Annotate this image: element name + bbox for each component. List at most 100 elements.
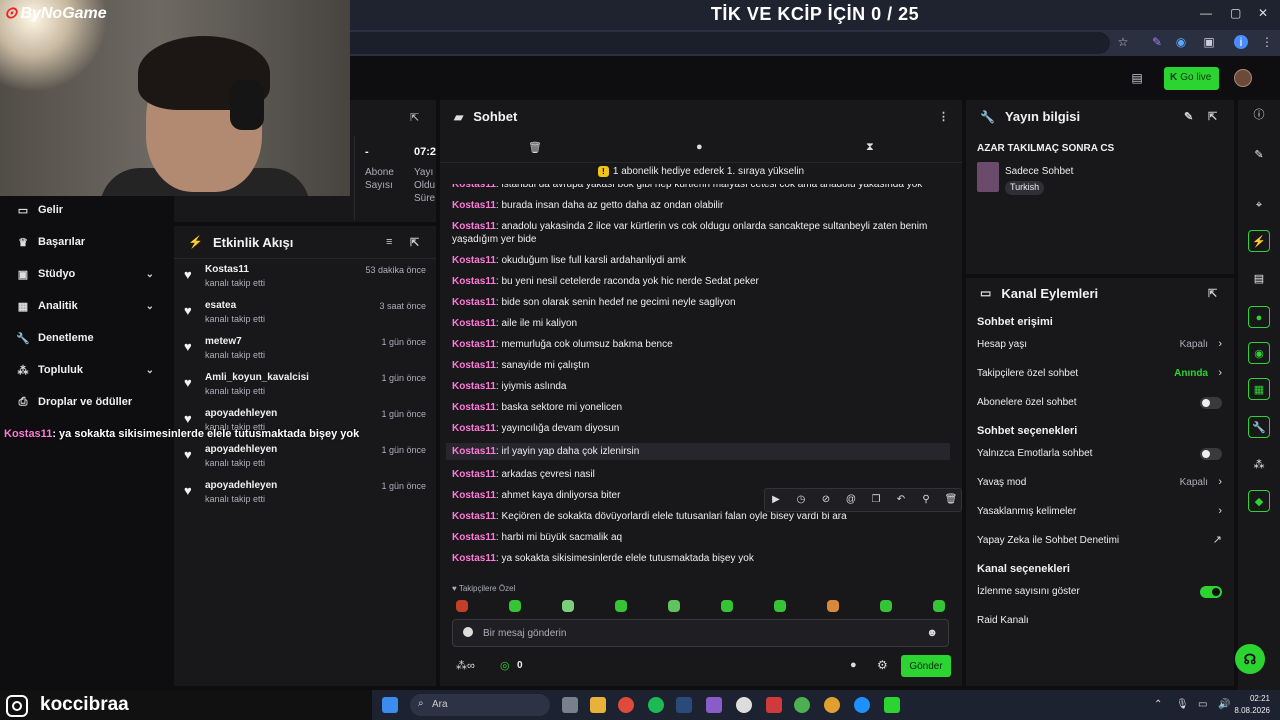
emote[interactable] (562, 600, 574, 612)
star-icon[interactable]: ☆ (1116, 35, 1130, 49)
chrome-icon[interactable] (618, 697, 634, 713)
chat-input[interactable] (483, 625, 903, 641)
chat-message[interactable]: Kostas11: ya sokakta sikisimesinlerde el… (440, 552, 962, 565)
nav-item-droplar[interactable]: ⎙ Droplar ve ödüller (0, 386, 172, 418)
chat-message[interactable]: Kostas11: memurluğa cok olumsuz bakma be… (440, 338, 962, 351)
chat-username[interactable]: Kostas11 (452, 381, 496, 392)
nav-item-denetleme[interactable]: 🔧 Denetleme (0, 322, 172, 354)
pin-icon[interactable]: ⚲ (919, 494, 933, 505)
ai-moderation-row[interactable]: Yapay Zeka ile Sohbet Denetimi ↗ (966, 526, 1234, 555)
chat-message[interactable]: Kostas11: bu yeni nesil cetelerde racond… (440, 275, 962, 288)
chevron-up-icon[interactable]: ⌃ (1154, 699, 1162, 710)
followers-only-row[interactable]: Takipçilere özel sohbet Anında › (966, 359, 1234, 388)
event-item[interactable]: ♥ apoyadehleyen kanalı takip etti 1 gün önc… (174, 439, 436, 475)
emote[interactable] (668, 600, 680, 612)
emote[interactable] (933, 600, 945, 612)
gift-sub-banner[interactable]: ! 1 abonelik hediye ederek 1. sıraya yüks… (440, 163, 962, 183)
chat-username[interactable]: Kostas11 (452, 511, 496, 522)
raid-row[interactable]: Raid Kanalı (966, 606, 1234, 635)
emote[interactable] (615, 600, 627, 612)
edit-icon[interactable]: ✎ (1184, 110, 1193, 123)
category-thumbnail[interactable] (977, 162, 999, 192)
emote[interactable] (827, 600, 839, 612)
trash-icon[interactable]: 🗑 (944, 494, 958, 505)
emote[interactable] (456, 600, 468, 612)
chat-username[interactable]: Kostas11 (452, 402, 496, 413)
chat-message[interactable]: Kostas11: irl yayin yap daha çok izlenir… (446, 443, 950, 460)
taskbar-clock[interactable]: 02:21 8.08.2026 (1234, 693, 1270, 717)
network-icon[interactable]: ▭ (1198, 699, 1207, 710)
community-icon[interactable]: ⁂∞ (456, 659, 475, 672)
app-icon[interactable] (706, 697, 722, 713)
chat-username[interactable]: Kostas11 (452, 360, 496, 371)
chat-username[interactable]: Kostas11 (452, 553, 496, 564)
nav-item-topluluk[interactable]: ⁂ Topluluk ⌄ (0, 354, 172, 386)
close-icon[interactable]: ✕ (1258, 6, 1268, 20)
chat-bubble-icon[interactable]: ● (1248, 306, 1270, 328)
emote[interactable] (880, 600, 892, 612)
chat-username[interactable]: Kostas11 (452, 339, 496, 350)
chrome-icon[interactable] (794, 697, 810, 713)
app-icon[interactable] (766, 697, 782, 713)
show-viewers-toggle[interactable] (1200, 586, 1222, 598)
trash-icon[interactable]: 🗑 (528, 141, 542, 154)
chat-message[interactable]: Kostas11: arkadas çevresi nasil (440, 468, 962, 481)
lightning-icon[interactable]: ⚡ (1248, 230, 1270, 252)
diamond-icon[interactable]: ◆ (1248, 490, 1270, 512)
microphone-icon[interactable]: 🎙 (1176, 699, 1189, 710)
extension-icon[interactable]: ✎ (1150, 35, 1164, 49)
filter-icon[interactable]: ≡ (386, 236, 392, 248)
kick-icon[interactable] (884, 697, 900, 713)
edit-icon[interactable]: ✎ (1248, 144, 1270, 166)
nav-item-gelir[interactable]: ▭ Gelir (0, 194, 172, 226)
event-item[interactable]: ♥ apoyadehleyen kanalı takip etti 1 gün önc… (174, 475, 436, 511)
chat-input-box[interactable]: ☻ (452, 619, 949, 647)
emote[interactable] (774, 600, 786, 612)
nav-item-analitik[interactable]: ▦ Analitik ⌄ (0, 290, 172, 322)
emoji-icon[interactable]: ☻ (926, 627, 938, 639)
broadcast-icon[interactable]: ◉ (1248, 342, 1270, 364)
chat-username[interactable]: Kostas11 (452, 423, 496, 434)
chat-username[interactable]: Kostas11 (452, 490, 496, 501)
undo-icon[interactable]: ↶ (894, 494, 908, 505)
chat-message[interactable]: Kostas11: sanayide mi çalıştın (440, 359, 962, 372)
document-icon[interactable]: ▤ (1248, 268, 1270, 290)
chat-message[interactable]: Kostas11: anadolu yakasinda 2 ilce var k… (440, 220, 962, 246)
event-item[interactable]: ♥ esatea kanalı takip etti 3 saat önce (174, 295, 436, 331)
task-view-icon[interactable] (562, 697, 578, 713)
stream-category[interactable]: Sadece Sohbet (1005, 166, 1073, 177)
edge-icon[interactable] (854, 697, 870, 713)
nav-item-studyo[interactable]: ▣ Stüdyo ⌄ (0, 258, 172, 290)
taskbar-search[interactable]: ⌕ Ara (410, 694, 550, 716)
chat-message[interactable]: Kostas11: harbi mi büyük sacmalik aq (440, 531, 962, 544)
emote-only-toggle[interactable] (1200, 448, 1222, 460)
address-bar[interactable] (350, 32, 1110, 54)
event-item[interactable]: ♥ metew7 kanalı takip etti 1 gün önce (174, 331, 436, 367)
chat-username[interactable]: Kostas11 (452, 532, 496, 543)
spotify-icon[interactable] (648, 697, 664, 713)
stream-tag[interactable]: Turkish (1005, 181, 1045, 195)
slash-icon[interactable]: ⊘ (819, 494, 833, 505)
volume-icon[interactable]: 🔊 (1218, 699, 1230, 710)
minimize-icon[interactable]: — (1200, 6, 1212, 20)
popout-icon[interactable]: ⇱ (410, 236, 419, 249)
avatar[interactable] (1234, 69, 1252, 87)
popout-icon[interactable]: ⇱ (410, 111, 419, 124)
banned-words-row[interactable]: Yasaklanmış kelimeler › (966, 497, 1234, 526)
extension-icon[interactable]: ◉ (1174, 35, 1188, 49)
more-options-icon[interactable]: ⋮ (938, 110, 949, 123)
chat-username[interactable]: Kostas11 (452, 255, 496, 266)
chat-message[interactable]: Kostas11: yayıncılığa devam diyosun (440, 422, 962, 435)
popout-icon[interactable]: ⇱ (1208, 287, 1217, 300)
event-item[interactable]: ♥ Kostas11 kanalı takip etti 53 dakika önce (174, 259, 436, 295)
subs-only-toggle[interactable] (1200, 397, 1222, 409)
chat-message[interactable]: Kostas11: iyiymis aslında (440, 380, 962, 393)
chat-username[interactable]: Kostas11 (452, 318, 496, 329)
chat-message[interactable]: Kostas11: okuduğum lise full karsli arda… (440, 254, 962, 267)
play-icon[interactable]: ▶ (769, 494, 783, 505)
clock-icon[interactable]: ◷ (794, 494, 808, 505)
chat-message[interactable]: Kostas11: baska sektore mi yonelicen (440, 401, 962, 414)
chat-message[interactable]: Kostas11: bide son olarak senin hedef ne… (440, 296, 962, 309)
chat-username[interactable]: Kostas11 (452, 297, 496, 308)
chrome-icon[interactable] (824, 697, 840, 713)
